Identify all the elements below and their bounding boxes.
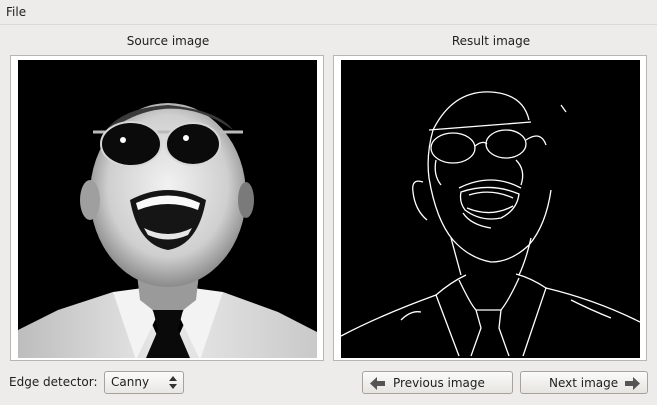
arrow-right-icon — [625, 377, 640, 390]
spin-arrows-icon — [169, 376, 177, 389]
edge-detector-value: Canny — [111, 375, 150, 389]
result-image — [341, 60, 640, 358]
next-image-button[interactable]: Next image — [520, 371, 648, 394]
next-image-label: Next image — [549, 376, 619, 390]
arrow-left-icon — [370, 377, 385, 390]
source-image — [18, 60, 317, 358]
source-image-caption: Source image — [126, 34, 210, 48]
menu-file[interactable]: File — [6, 5, 26, 19]
previous-image-label: Previous image — [393, 376, 485, 390]
menu-bar: File — [0, 0, 657, 25]
result-image-caption: Result image — [451, 34, 531, 48]
source-image-frame — [10, 55, 324, 361]
edge-detector-select[interactable]: Canny — [104, 371, 184, 394]
result-image-frame — [333, 55, 647, 361]
previous-image-button[interactable]: Previous image — [362, 371, 513, 394]
edge-detector-label: Edge detector: — [9, 375, 98, 389]
